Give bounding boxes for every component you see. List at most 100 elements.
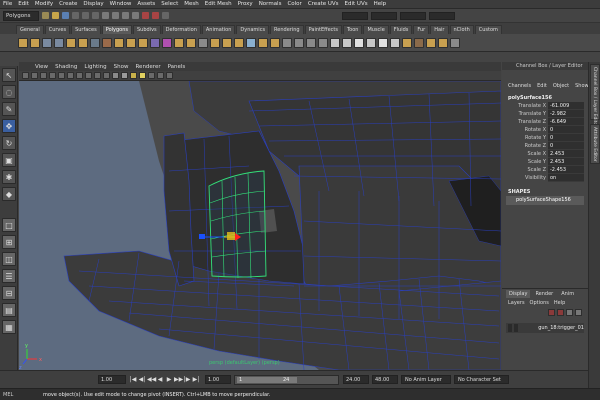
step-back-frame-button[interactable]: ◀◀	[147, 376, 156, 384]
layout-single-icon[interactable]: □	[2, 218, 16, 232]
render-icon[interactable]	[142, 12, 149, 19]
shelf-extract-icon[interactable]	[186, 37, 196, 48]
input-field-4[interactable]	[429, 11, 455, 20]
attr-value-translate-x[interactable]: -61.009	[548, 102, 584, 110]
shelf-cylindrical-map-icon[interactable]	[342, 37, 352, 48]
film-gate-icon[interactable]	[67, 72, 74, 79]
shelf-poly-helix-icon[interactable]	[126, 37, 136, 48]
shelf-poly-prism-icon[interactable]	[90, 37, 100, 48]
shadows-icon[interactable]	[148, 72, 155, 79]
panel-menu-shading[interactable]: Shading	[55, 64, 77, 70]
shelf-tab-polygons[interactable]: Polygons	[101, 25, 132, 34]
panel-menu-lighting[interactable]: Lighting	[84, 64, 106, 70]
step-forward-key-button[interactable]: |▶	[183, 376, 191, 384]
layer-tab-display[interactable]: Display	[506, 290, 531, 298]
menu-modify[interactable]: Modify	[35, 1, 53, 7]
attr-label-translate-z[interactable]: Translate Z	[502, 118, 548, 126]
attr-value-scale-y[interactable]: 2.453	[548, 158, 584, 166]
shelf-tab-hair[interactable]: Hair	[430, 25, 449, 34]
step-forward-frame-button[interactable]: ▶▶	[174, 376, 183, 384]
attr-label-scale-x[interactable]: Scale X	[502, 150, 548, 158]
shelf-tab-curves[interactable]: Curves	[44, 25, 71, 34]
lights-icon[interactable]	[139, 72, 146, 79]
channel-menu-channels[interactable]: Channels	[508, 83, 531, 89]
paint-select-icon[interactable]: ✎	[2, 102, 16, 116]
snap-grid-icon[interactable]	[102, 12, 109, 19]
shelf-auto-map-icon[interactable]	[366, 37, 376, 48]
attr-value-rotate-z[interactable]: 0	[548, 142, 584, 150]
layout-outliner-icon[interactable]: ☰	[2, 269, 16, 283]
isolate-select-icon[interactable]	[166, 72, 173, 79]
tab-attribute-editor[interactable]: Attribute Editor	[590, 124, 600, 164]
layout-four-icon[interactable]: ⊞	[2, 235, 16, 249]
new-layer-selected-icon[interactable]	[557, 308, 564, 316]
attr-value-translate-z[interactable]: -6.649	[548, 118, 584, 126]
menu-color[interactable]: Color	[287, 1, 301, 7]
show-manipulator-icon[interactable]: ✱	[2, 170, 16, 184]
field-chart-icon[interactable]	[94, 72, 101, 79]
ipr-render-icon[interactable]	[152, 12, 159, 19]
menu-display[interactable]: Display	[83, 1, 103, 7]
current-frame-field[interactable]: 1.00	[98, 375, 126, 384]
play-backward-button[interactable]: ◀	[156, 376, 164, 384]
shelf-tab-ncloth[interactable]: nCloth	[449, 25, 474, 34]
shelf-tab-toon[interactable]: Toon	[342, 25, 363, 34]
panel-menu-renderer[interactable]: Renderer	[135, 64, 160, 70]
layer-menu-help[interactable]: Help	[554, 300, 565, 306]
xray-icon[interactable]	[157, 72, 164, 79]
gate-mask-icon[interactable]	[85, 72, 92, 79]
shape-node-name[interactable]: polySurfaceShape156	[506, 196, 584, 205]
layout-hypershade-icon[interactable]: ▤	[2, 303, 16, 317]
image-plane-icon[interactable]	[49, 72, 56, 79]
bookmark-icon[interactable]	[40, 72, 47, 79]
move-layer-down-icon[interactable]	[575, 308, 582, 316]
attr-value-rotate-x[interactable]: 0	[548, 126, 584, 134]
shelf-poly-soccer-icon[interactable]	[138, 37, 148, 48]
character-set-dropdown[interactable]: No Character Set	[454, 375, 509, 384]
attr-value-rotate-y[interactable]: 0	[548, 134, 584, 142]
shelf-split-icon[interactable]	[294, 37, 304, 48]
shelf-uv-editor-icon[interactable]	[378, 37, 388, 48]
shelf-tab-fur[interactable]: Fur	[413, 25, 430, 34]
shelf-planar-map-icon[interactable]	[330, 37, 340, 48]
go-to-end-button[interactable]: ▶|	[192, 376, 200, 384]
attr-label-rotate-y[interactable]: Rotate Y	[502, 134, 548, 142]
shelf-tab-muscle[interactable]: Muscle	[363, 25, 389, 34]
play-forward-button[interactable]: ▶	[165, 376, 173, 384]
shelf-separate-icon[interactable]	[174, 37, 184, 48]
shelf-tab-fluids[interactable]: Fluids	[389, 25, 413, 34]
menu-edit-mesh[interactable]: Edit Mesh	[205, 1, 232, 7]
range-end-field[interactable]: 24.00	[343, 375, 369, 384]
snap-curve-icon[interactable]	[112, 12, 119, 19]
panel-menu-view[interactable]: View	[35, 64, 48, 70]
attr-label-rotate-x[interactable]: Rotate X	[502, 126, 548, 134]
render-settings-icon[interactable]	[162, 12, 169, 19]
layer-tab-render[interactable]: Render	[532, 290, 556, 298]
menu-file[interactable]: File	[3, 1, 12, 7]
shelf-extrude-icon[interactable]	[258, 37, 268, 48]
layer-visibility-toggle[interactable]	[508, 324, 513, 332]
shelf-history-icon[interactable]	[450, 37, 460, 48]
shelf-offset-loop-icon[interactable]	[318, 37, 328, 48]
anim-layer-dropdown[interactable]: No Anim Layer	[401, 375, 451, 384]
resolution-gate-icon[interactable]	[76, 72, 83, 79]
attr-label-scale-z[interactable]: Scale Z	[502, 166, 548, 174]
select-hierarchy-icon[interactable]	[72, 12, 79, 19]
textured-icon[interactable]	[130, 72, 137, 79]
select-tool-icon[interactable]: ↖	[2, 68, 16, 82]
layout-graph-icon[interactable]: ⊟	[2, 286, 16, 300]
shelf-mirror-icon[interactable]	[246, 37, 256, 48]
tab-channel-box[interactable]: Channel Box / Layer Editor	[590, 64, 600, 127]
new-empty-layer-icon[interactable]	[548, 308, 555, 316]
shelf-poly-torus-icon[interactable]	[78, 37, 88, 48]
layout-custom-icon[interactable]: ▦	[2, 320, 16, 334]
shelf-tab-painteffects[interactable]: PaintEffects	[304, 25, 342, 34]
menu-select[interactable]: Select	[161, 1, 178, 7]
select-camera-icon[interactable]	[22, 72, 29, 79]
menu-create-uvs[interactable]: Create UVs	[308, 1, 339, 7]
attr-label-translate-y[interactable]: Translate Y	[502, 110, 548, 118]
move-tool-icon[interactable]: ✥	[2, 119, 16, 133]
viewport-persp[interactable]: x y z persp (defaultLayer) (persp)	[19, 81, 501, 370]
layer-row[interactable]: gun_18:trigger_01	[506, 323, 584, 333]
smooth-shade-icon[interactable]	[121, 72, 128, 79]
